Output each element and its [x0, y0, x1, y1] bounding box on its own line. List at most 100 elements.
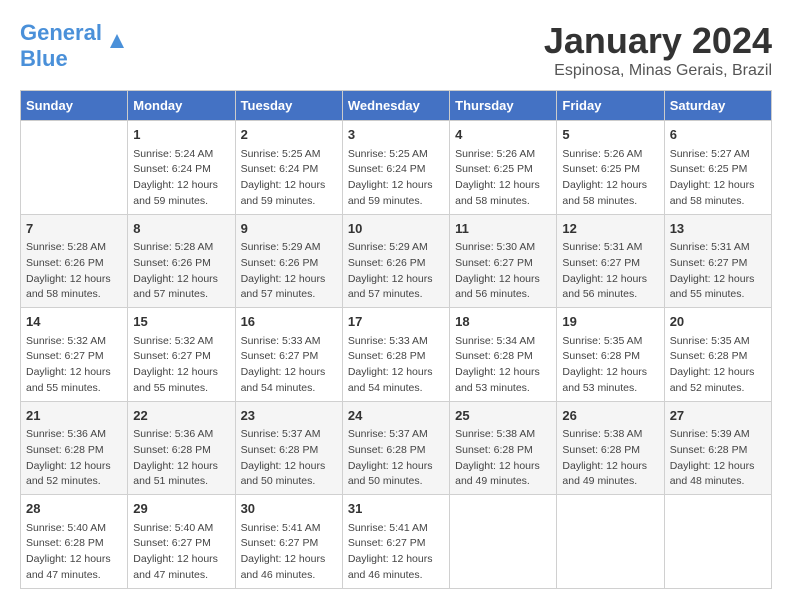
calendar-day-cell: 25Sunrise: 5:38 AM Sunset: 6:28 PM Dayli…: [450, 401, 557, 495]
day-info: Sunrise: 5:33 AM Sunset: 6:27 PM Dayligh…: [241, 334, 337, 397]
day-number: 11: [455, 219, 551, 239]
day-info: Sunrise: 5:35 AM Sunset: 6:28 PM Dayligh…: [670, 334, 766, 397]
calendar-day-cell: 7Sunrise: 5:28 AM Sunset: 6:26 PM Daylig…: [21, 214, 128, 308]
column-header-wednesday: Wednesday: [342, 91, 449, 121]
calendar-week-row: 1Sunrise: 5:24 AM Sunset: 6:24 PM Daylig…: [21, 121, 772, 215]
calendar-day-cell: 26Sunrise: 5:38 AM Sunset: 6:28 PM Dayli…: [557, 401, 664, 495]
day-number: 21: [26, 406, 122, 426]
day-info: Sunrise: 5:34 AM Sunset: 6:28 PM Dayligh…: [455, 334, 551, 397]
calendar-day-cell: 17Sunrise: 5:33 AM Sunset: 6:28 PM Dayli…: [342, 308, 449, 402]
title-block: January 2024 Espinosa, Minas Gerais, Bra…: [544, 20, 772, 80]
day-number: 17: [348, 312, 444, 332]
calendar-day-cell: 9Sunrise: 5:29 AM Sunset: 6:26 PM Daylig…: [235, 214, 342, 308]
day-info: Sunrise: 5:30 AM Sunset: 6:27 PM Dayligh…: [455, 240, 551, 303]
logo: General Blue: [20, 20, 128, 72]
day-number: 22: [133, 406, 229, 426]
day-number: 20: [670, 312, 766, 332]
day-info: Sunrise: 5:41 AM Sunset: 6:27 PM Dayligh…: [348, 521, 444, 584]
location-subtitle: Espinosa, Minas Gerais, Brazil: [544, 62, 772, 80]
day-number: 15: [133, 312, 229, 332]
day-info: Sunrise: 5:25 AM Sunset: 6:24 PM Dayligh…: [241, 147, 337, 210]
day-info: Sunrise: 5:31 AM Sunset: 6:27 PM Dayligh…: [562, 240, 658, 303]
calendar-day-cell: 19Sunrise: 5:35 AM Sunset: 6:28 PM Dayli…: [557, 308, 664, 402]
day-info: Sunrise: 5:32 AM Sunset: 6:27 PM Dayligh…: [26, 334, 122, 397]
day-number: 12: [562, 219, 658, 239]
day-number: 23: [241, 406, 337, 426]
day-info: Sunrise: 5:24 AM Sunset: 6:24 PM Dayligh…: [133, 147, 229, 210]
day-number: 13: [670, 219, 766, 239]
day-info: Sunrise: 5:35 AM Sunset: 6:28 PM Dayligh…: [562, 334, 658, 397]
calendar-body: 1Sunrise: 5:24 AM Sunset: 6:24 PM Daylig…: [21, 121, 772, 589]
calendar-day-cell: 13Sunrise: 5:31 AM Sunset: 6:27 PM Dayli…: [664, 214, 771, 308]
calendar-week-row: 28Sunrise: 5:40 AM Sunset: 6:28 PM Dayli…: [21, 495, 772, 589]
calendar-day-cell: 21Sunrise: 5:36 AM Sunset: 6:28 PM Dayli…: [21, 401, 128, 495]
day-number: 29: [133, 499, 229, 519]
day-number: 1: [133, 125, 229, 145]
day-info: Sunrise: 5:32 AM Sunset: 6:27 PM Dayligh…: [133, 334, 229, 397]
day-number: 24: [348, 406, 444, 426]
calendar-day-cell: 18Sunrise: 5:34 AM Sunset: 6:28 PM Dayli…: [450, 308, 557, 402]
calendar-day-cell: 24Sunrise: 5:37 AM Sunset: 6:28 PM Dayli…: [342, 401, 449, 495]
day-number: 7: [26, 219, 122, 239]
calendar-day-cell: 2Sunrise: 5:25 AM Sunset: 6:24 PM Daylig…: [235, 121, 342, 215]
day-info: Sunrise: 5:40 AM Sunset: 6:27 PM Dayligh…: [133, 521, 229, 584]
column-header-sunday: Sunday: [21, 91, 128, 121]
calendar-day-cell: 31Sunrise: 5:41 AM Sunset: 6:27 PM Dayli…: [342, 495, 449, 589]
logo-icon: [106, 30, 128, 52]
logo-text: General Blue: [20, 20, 102, 72]
day-number: 5: [562, 125, 658, 145]
day-info: Sunrise: 5:37 AM Sunset: 6:28 PM Dayligh…: [241, 427, 337, 490]
day-number: 2: [241, 125, 337, 145]
day-info: Sunrise: 5:37 AM Sunset: 6:28 PM Dayligh…: [348, 427, 444, 490]
day-info: Sunrise: 5:38 AM Sunset: 6:28 PM Dayligh…: [455, 427, 551, 490]
column-header-monday: Monday: [128, 91, 235, 121]
calendar-day-cell: 8Sunrise: 5:28 AM Sunset: 6:26 PM Daylig…: [128, 214, 235, 308]
calendar-day-cell: [664, 495, 771, 589]
calendar-day-cell: 14Sunrise: 5:32 AM Sunset: 6:27 PM Dayli…: [21, 308, 128, 402]
calendar-week-row: 21Sunrise: 5:36 AM Sunset: 6:28 PM Dayli…: [21, 401, 772, 495]
day-info: Sunrise: 5:28 AM Sunset: 6:26 PM Dayligh…: [26, 240, 122, 303]
day-number: 14: [26, 312, 122, 332]
day-info: Sunrise: 5:31 AM Sunset: 6:27 PM Dayligh…: [670, 240, 766, 303]
calendar-day-cell: 10Sunrise: 5:29 AM Sunset: 6:26 PM Dayli…: [342, 214, 449, 308]
day-number: 27: [670, 406, 766, 426]
calendar-day-cell: 3Sunrise: 5:25 AM Sunset: 6:24 PM Daylig…: [342, 121, 449, 215]
calendar-day-cell: 23Sunrise: 5:37 AM Sunset: 6:28 PM Dayli…: [235, 401, 342, 495]
calendar-day-cell: 22Sunrise: 5:36 AM Sunset: 6:28 PM Dayli…: [128, 401, 235, 495]
calendar-day-cell: 30Sunrise: 5:41 AM Sunset: 6:27 PM Dayli…: [235, 495, 342, 589]
day-info: Sunrise: 5:28 AM Sunset: 6:26 PM Dayligh…: [133, 240, 229, 303]
month-year-title: January 2024: [544, 20, 772, 62]
calendar-day-cell: 29Sunrise: 5:40 AM Sunset: 6:27 PM Dayli…: [128, 495, 235, 589]
calendar-day-cell: 20Sunrise: 5:35 AM Sunset: 6:28 PM Dayli…: [664, 308, 771, 402]
calendar-header-row: SundayMondayTuesdayWednesdayThursdayFrid…: [21, 91, 772, 121]
day-number: 19: [562, 312, 658, 332]
calendar-day-cell: 28Sunrise: 5:40 AM Sunset: 6:28 PM Dayli…: [21, 495, 128, 589]
column-header-tuesday: Tuesday: [235, 91, 342, 121]
calendar-day-cell: [21, 121, 128, 215]
day-info: Sunrise: 5:41 AM Sunset: 6:27 PM Dayligh…: [241, 521, 337, 584]
page-header: General Blue January 2024 Espinosa, Mina…: [20, 20, 772, 80]
day-number: 26: [562, 406, 658, 426]
calendar-day-cell: 5Sunrise: 5:26 AM Sunset: 6:25 PM Daylig…: [557, 121, 664, 215]
day-number: 16: [241, 312, 337, 332]
day-info: Sunrise: 5:39 AM Sunset: 6:28 PM Dayligh…: [670, 427, 766, 490]
day-info: Sunrise: 5:27 AM Sunset: 6:25 PM Dayligh…: [670, 147, 766, 210]
day-info: Sunrise: 5:26 AM Sunset: 6:25 PM Dayligh…: [562, 147, 658, 210]
day-number: 31: [348, 499, 444, 519]
day-number: 18: [455, 312, 551, 332]
day-info: Sunrise: 5:38 AM Sunset: 6:28 PM Dayligh…: [562, 427, 658, 490]
calendar-day-cell: 4Sunrise: 5:26 AM Sunset: 6:25 PM Daylig…: [450, 121, 557, 215]
calendar-day-cell: 11Sunrise: 5:30 AM Sunset: 6:27 PM Dayli…: [450, 214, 557, 308]
calendar-week-row: 7Sunrise: 5:28 AM Sunset: 6:26 PM Daylig…: [21, 214, 772, 308]
day-number: 3: [348, 125, 444, 145]
calendar-day-cell: 27Sunrise: 5:39 AM Sunset: 6:28 PM Dayli…: [664, 401, 771, 495]
day-info: Sunrise: 5:33 AM Sunset: 6:28 PM Dayligh…: [348, 334, 444, 397]
day-number: 6: [670, 125, 766, 145]
column-header-friday: Friday: [557, 91, 664, 121]
calendar-table: SundayMondayTuesdayWednesdayThursdayFrid…: [20, 90, 772, 589]
calendar-day-cell: 16Sunrise: 5:33 AM Sunset: 6:27 PM Dayli…: [235, 308, 342, 402]
calendar-day-cell: [450, 495, 557, 589]
day-number: 30: [241, 499, 337, 519]
day-info: Sunrise: 5:26 AM Sunset: 6:25 PM Dayligh…: [455, 147, 551, 210]
calendar-day-cell: 15Sunrise: 5:32 AM Sunset: 6:27 PM Dayli…: [128, 308, 235, 402]
